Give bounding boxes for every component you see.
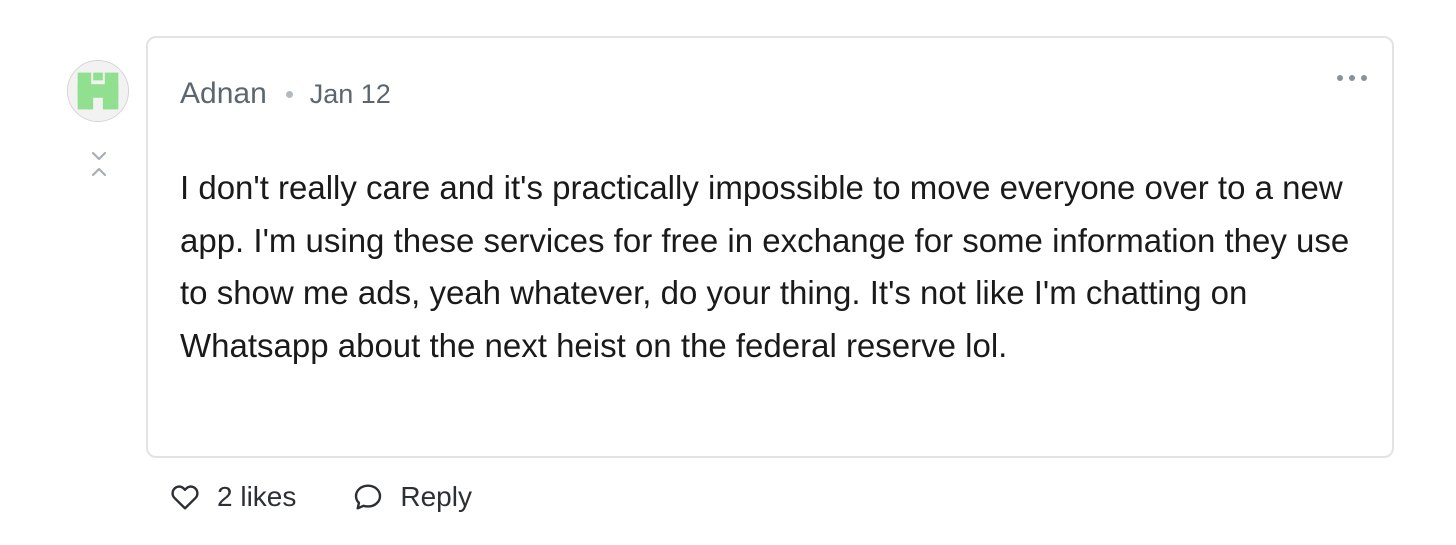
comment-date[interactable]: Jan 12 bbox=[310, 79, 391, 110]
more-options-button[interactable] bbox=[1334, 66, 1370, 90]
collapse-chevrons-icon bbox=[91, 151, 107, 177]
collapse-thread-button[interactable] bbox=[87, 150, 111, 180]
reply-button[interactable]: Reply bbox=[351, 481, 472, 513]
more-options-icon bbox=[1349, 75, 1355, 81]
comment-meta: Adnan Jan 12 bbox=[180, 76, 391, 112]
likes-count: 2 likes bbox=[217, 481, 297, 512]
comment-card: Adnan Jan 12 I don't really care and it'… bbox=[146, 36, 1394, 458]
meta-separator-dot bbox=[285, 90, 293, 98]
like-button[interactable]: 2 likes bbox=[168, 481, 296, 513]
comment-body: I don't really care and it's practically… bbox=[180, 169, 1350, 364]
heart-icon bbox=[171, 485, 199, 510]
comment-author[interactable]: Adnan bbox=[180, 77, 267, 111]
identicon-avatar bbox=[68, 61, 128, 121]
reply-label: Reply bbox=[400, 481, 472, 512]
speech-bubble-icon bbox=[355, 484, 382, 510]
avatar[interactable] bbox=[67, 60, 129, 122]
more-options-icon bbox=[1361, 75, 1367, 81]
more-options-icon bbox=[1337, 75, 1343, 81]
comment-actions: 2 likes Reply bbox=[168, 476, 472, 518]
